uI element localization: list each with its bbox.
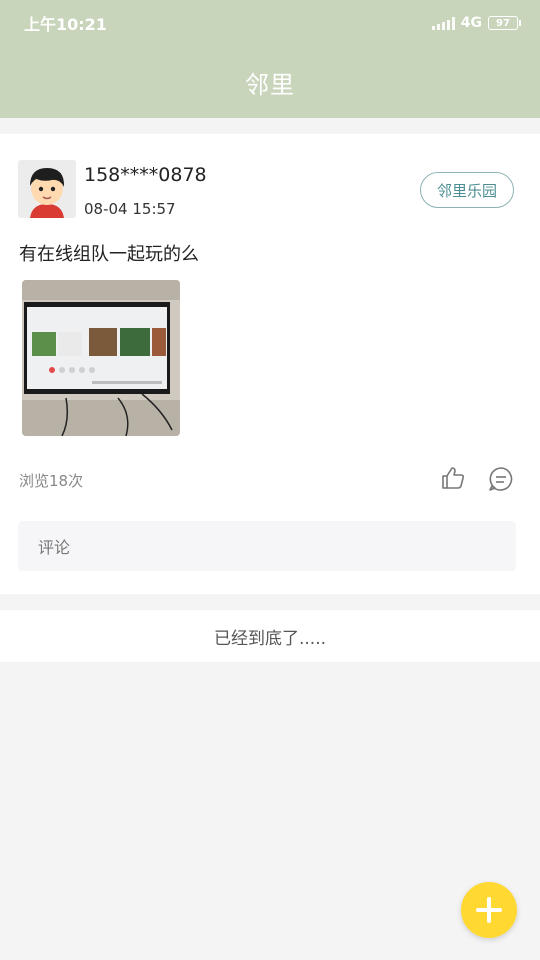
network-type: 4G (460, 15, 482, 31)
post-image[interactable] (22, 280, 180, 436)
plus-icon (476, 897, 502, 923)
status-bar: 上午10:21 4G 97 (0, 0, 540, 46)
photo-thumbnail (22, 280, 180, 436)
page-title: 邻里 (245, 70, 295, 99)
status-icons: 4G 97 (431, 15, 521, 31)
avatar-illustration (18, 160, 76, 218)
post-card[interactable]: 158****0878 08-04 15:57 邻里乐园 有在线组队一起玩的么 (0, 134, 540, 594)
status-time: 上午10:21 (24, 15, 107, 34)
thumb-up-icon[interactable] (440, 465, 466, 491)
view-count: 浏览18次 (19, 472, 84, 490)
header: 邻里 (0, 46, 540, 118)
comment-placeholder: 评论 (38, 538, 71, 557)
battery-level: 97 (496, 17, 510, 29)
add-post-button[interactable] (461, 882, 517, 938)
battery-icon: 97 (488, 16, 521, 30)
group-tag[interactable]: 邻里乐园 (420, 172, 514, 208)
avatar[interactable] (18, 160, 76, 218)
post-content: 有在线组队一起玩的么 (19, 244, 199, 265)
comment-input[interactable]: 评论 (18, 521, 516, 571)
signal-icon (431, 16, 455, 30)
username[interactable]: 158****0878 (84, 164, 207, 186)
end-of-list: 已经到底了..... (0, 610, 540, 662)
comment-bubble-icon[interactable] (487, 465, 515, 493)
post-time: 08-04 15:57 (84, 200, 176, 218)
end-of-list-text: 已经到底了..... (213, 628, 327, 649)
group-tag-label: 邻里乐园 (436, 181, 497, 200)
